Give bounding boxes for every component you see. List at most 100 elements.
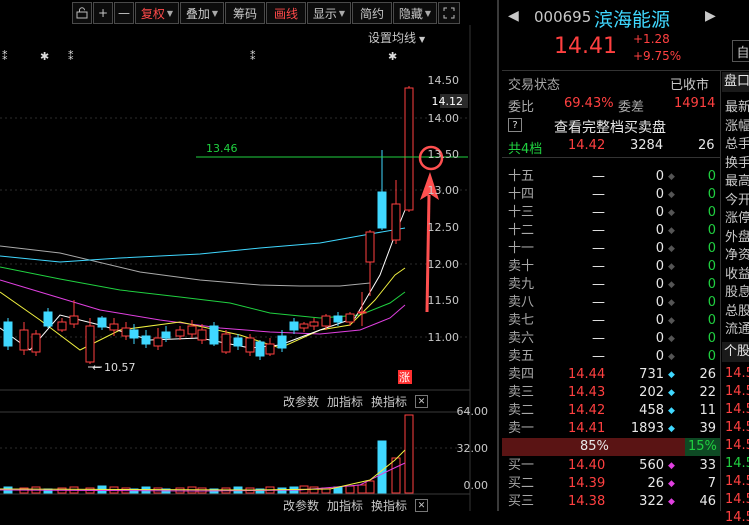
edit-params-button[interactable]: 改参数 xyxy=(283,497,319,514)
panel-splitter[interactable] xyxy=(497,0,499,511)
side-item: 涨停 xyxy=(725,211,749,226)
ask-label: 卖八 xyxy=(508,295,535,310)
ask-row[interactable]: 卖五 — 0 ◆ 0 xyxy=(502,348,720,366)
ask-row[interactable]: 卖六 — 0 ◆ 0 xyxy=(502,330,720,348)
ask-price: 14.43 xyxy=(568,385,606,400)
indicator-controls-2: 改参数 加指标 换指标 ✕ xyxy=(283,497,429,514)
side-item: 流通 xyxy=(725,322,749,337)
ask-row[interactable]: 十四 — 0 ◆ 0 xyxy=(502,186,720,204)
ask-price: — xyxy=(592,223,605,238)
candle-body xyxy=(109,323,119,331)
volume-bar xyxy=(109,486,119,494)
star-marker: ✱ xyxy=(40,50,49,63)
ask-count: 11 xyxy=(699,403,716,418)
ask-price: — xyxy=(592,241,605,256)
ask-count: 26 xyxy=(699,367,716,382)
ask-row[interactable]: 卖八 — 0 ◆ 0 xyxy=(502,294,720,312)
ask-label: 卖三 xyxy=(508,385,535,400)
bid-price: 14.38 xyxy=(568,494,606,509)
next-stock-icon[interactable]: ▶ xyxy=(705,8,716,24)
candle-body xyxy=(277,335,287,349)
candle-body xyxy=(161,331,171,339)
diamond-icon: ◆ xyxy=(668,334,675,344)
ask-row[interactable]: 十二 — 0 ◆ 0 xyxy=(502,222,720,240)
ask-vol: 0 xyxy=(655,241,664,256)
ask-row[interactable]: 十五 — 0 ◆ 0 xyxy=(502,168,720,186)
ask-count: 22 xyxy=(699,385,716,400)
price-tick-current: 14.12 xyxy=(432,95,464,108)
bid-count: 46 xyxy=(699,494,716,509)
ma-line-cyan xyxy=(0,227,406,263)
side-divider xyxy=(720,70,721,511)
side-price: 14.5 xyxy=(725,402,749,417)
ask-vol: 0 xyxy=(655,187,664,202)
candle-body xyxy=(85,325,95,363)
ask-vol: 0 xyxy=(655,259,664,274)
ask-row[interactable]: 卖七 — 0 ◆ 0 xyxy=(502,312,720,330)
self-select-button[interactable]: 自 xyxy=(732,40,749,62)
ma-line-green xyxy=(0,266,406,319)
diamond-icon: ◆ xyxy=(668,388,675,398)
candle-body xyxy=(141,335,151,345)
side-item: 收益 xyxy=(725,266,749,282)
ask-count: 0 xyxy=(707,313,716,328)
ask-price: — xyxy=(592,349,605,364)
candle-body xyxy=(333,315,343,323)
add-indicator-button[interactable]: 加指标 xyxy=(327,393,363,410)
full-queue-link[interactable]: 查看完整档买卖盘 xyxy=(554,117,666,137)
close-icon[interactable]: ✕ xyxy=(415,499,429,512)
prev-stock-icon[interactable]: ◀ xyxy=(508,8,519,24)
ask-row[interactable]: 十三 — 0 ◆ 0 xyxy=(502,204,720,222)
bid-label: 买一 xyxy=(508,458,535,473)
side-price: 14.5 xyxy=(725,366,749,381)
side-price: 14.5 xyxy=(725,456,749,471)
ask-row[interactable]: 卖一 14.41 1893 ◆ 39 xyxy=(502,420,720,438)
kline-chart-area[interactable]: + — 复权 ▼ 叠加 ▼ 筹码 画线 显示 ▼ 简约 隐藏 ▼ ⁑ ✱ ⁑ ⁑ ✱ xyxy=(0,0,500,514)
diamond-icon: ◆ xyxy=(668,479,675,489)
ask-label: 十二 xyxy=(508,223,535,238)
edit-params-button[interactable]: 改参数 xyxy=(283,393,319,410)
candle-body xyxy=(245,337,255,353)
ask-label: 卖七 xyxy=(508,313,535,328)
diff-label: 委差 xyxy=(618,100,645,115)
ask-row[interactable]: 卖十 — 0 ◆ 0 xyxy=(502,258,720,276)
bid-row[interactable]: 买二 14.39 26 ◆ 7 xyxy=(502,475,720,493)
ma-line-gray xyxy=(0,245,371,287)
close-icon[interactable]: ✕ xyxy=(415,395,429,408)
ask-count: 0 xyxy=(707,259,716,274)
help-icon[interactable]: ? xyxy=(508,118,522,132)
volume-bar xyxy=(345,485,355,494)
price-tick: 11.00 xyxy=(428,331,460,344)
candle-body xyxy=(404,87,414,211)
candle-body xyxy=(209,325,219,345)
vol-ma-yellow xyxy=(0,449,406,491)
swap-indicator-button[interactable]: 换指标 xyxy=(371,497,407,514)
volume-bar xyxy=(365,480,375,494)
tab-pankou[interactable]: 盘口 xyxy=(722,72,749,92)
ask-row[interactable]: 卖九 — 0 ◆ 0 xyxy=(502,276,720,294)
bid-row[interactable]: 买一 14.40 560 ◆ 33 xyxy=(502,457,720,475)
stock-name: 滨海能源 xyxy=(594,9,671,31)
bid-row[interactable]: 买三 14.38 322 ◆ 46 xyxy=(502,493,720,511)
ask-price: — xyxy=(592,313,605,328)
ma-settings-button[interactable]: 设置均线 ▼ xyxy=(368,29,425,46)
ask-vol: 0 xyxy=(655,331,664,346)
diamond-icon: ◆ xyxy=(668,298,675,308)
ask-row[interactable]: 卖二 14.42 458 ◆ 11 xyxy=(502,402,720,420)
ask-label: 十三 xyxy=(508,205,535,220)
ask-vol: 731 xyxy=(639,367,664,382)
ask-row[interactable]: 卖四 14.44 731 ◆ 26 xyxy=(502,366,720,384)
side-item: 外盘 xyxy=(725,229,749,245)
ask-row[interactable]: 卖三 14.43 202 ◆ 22 xyxy=(502,384,720,402)
side-price: 14.5 xyxy=(725,510,749,525)
stock-change: +1.28 xyxy=(633,32,670,46)
bid-vol: 322 xyxy=(639,494,664,509)
ask-row[interactable]: 十一 — 0 ◆ 0 xyxy=(502,240,720,258)
total-vol: 3284 xyxy=(630,138,664,153)
add-indicator-button[interactable]: 加指标 xyxy=(327,497,363,514)
sell-ratio-text: 85% xyxy=(580,439,609,454)
tab-gegu[interactable]: 个股 xyxy=(722,342,749,362)
ask-label: 十一 xyxy=(508,241,535,256)
swap-indicator-button[interactable]: 换指标 xyxy=(371,393,407,410)
ask-label: 卖四 xyxy=(508,367,535,382)
